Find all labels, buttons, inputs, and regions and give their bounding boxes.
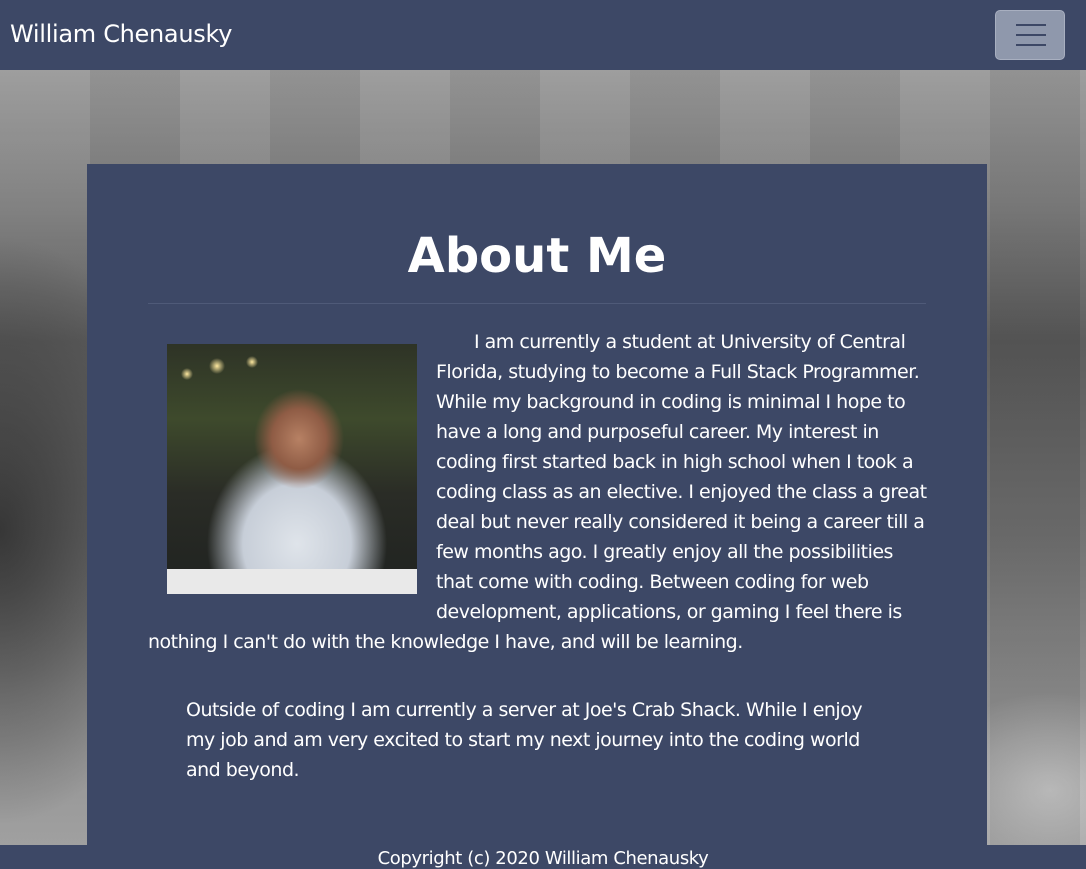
about-card: About Me I am currently a student at Uni… <box>87 164 987 867</box>
about-paragraph-1: I am currently a student at University o… <box>148 327 928 657</box>
footer-copyright: Copyright (c) 2020 William Chenausky <box>377 848 709 869</box>
navbar-toggler-button[interactable] <box>995 10 1065 60</box>
title-divider <box>148 303 926 304</box>
navbar-brand[interactable]: William Chenausky <box>10 20 232 48</box>
page-title: About Me <box>407 228 667 284</box>
navbar: William Chenausky <box>0 0 1086 70</box>
about-paragraph-2: Outside of coding I am currently a serve… <box>186 699 863 781</box>
photo-float-spacer <box>148 327 436 617</box>
